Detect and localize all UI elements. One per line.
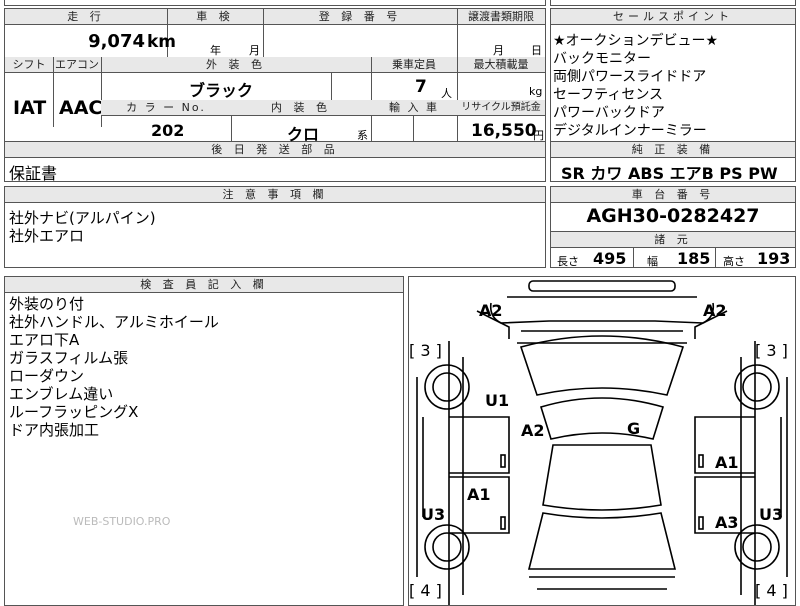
transfer-month-label: 月 [493,44,504,57]
selling-point-item: パワーバックドア [553,105,665,121]
width-label: 幅 [647,255,658,268]
height-value: 193 [757,249,791,268]
damage-mark-u3-right: U3 [759,505,784,524]
grade-bracket-front-right: [ 3 ] [755,341,788,360]
later-parts-header: 後 日 発 送 部 品 [5,142,545,158]
damage-mark-a2-hood: A2 [521,421,545,440]
inspector-item: エンブレム違い [9,385,114,403]
equipment-header: 純 正 装 備 [551,142,795,158]
selling-point-item: デジタルインナーミラー [553,123,707,139]
damage-mark-u3-left: U3 [421,505,446,524]
mileage-unit: km [147,32,177,52]
vehicle-info-table: 走 行 車 検 登 録 番 号 譲渡書類期限 9,074 km 年 月 月 日 … [4,8,546,144]
grade-bracket-front-left: [ 3 ] [409,341,442,360]
interior-header: 内 装 色 [231,100,371,116]
watermark: WEB-STUDIO.PRO [73,515,171,528]
transfer-day-label: 日 [531,44,542,57]
damage-mark-u1: U1 [485,391,510,410]
damage-mark-g-windshield: G [627,419,641,438]
inspector-item: ルーフラッピングX [9,403,139,421]
car-diagram [416,280,788,605]
damage-mark-a2-front-left: A2 [479,301,503,320]
selling-points-list: ★オークションデビュー★ バックモニター 両側パワースライドドア セーフティセン… [553,32,793,140]
inspection-header: 車 検 [167,9,263,25]
capacity-unit: 人 [441,87,452,100]
note-item: 社外ナビ(アルパイン) [9,209,156,227]
note-item: 社外エアロ [9,227,85,245]
selling-point-item: バックモニター [553,51,651,67]
shift-header: シフト [5,57,53,73]
inspector-box: 検 査 員 記 入 欄 外装のり付 社外ハンドル、アルミホイール エアロ下A ガ… [4,276,404,606]
later-parts-value: 保証書 [9,164,58,183]
selling-point-item: 両側パワースライドドア [553,69,707,85]
mileage-value: 9,074 [88,31,145,52]
color-no-value: 202 [151,121,185,140]
damage-mark-a2-front-right: A2 [703,301,727,320]
recycle-unit: 円 [533,129,544,142]
grade-bracket-rear-left: [ 4 ] [409,581,442,600]
ac-header: エアコン [53,57,101,73]
notes-header: 注 意 事 項 欄 [5,187,545,203]
height-label: 高さ [723,255,745,268]
import-header: 輸 入 車 [371,100,457,116]
payload-header: 最大積載量 [457,57,545,73]
recycle-value: 16,550 [471,121,537,141]
chassis-value: AGH30-0282427 [586,205,760,227]
recycle-header: リサイクル預託金 [457,100,545,116]
top-partial-right [550,0,796,6]
ac-value: AAC [59,97,103,119]
capacity-value: 7 [415,77,427,97]
selling-points-header: セールスポイント [551,9,795,25]
selling-point-item: ★オークションデビュー★ [553,33,719,49]
payload-unit: kg [529,85,543,98]
inspector-item: 外装のり付 [9,295,85,313]
inspection-year-label: 年 [210,44,221,57]
inspector-header: 検 査 員 記 入 欄 [5,277,403,293]
color-no-header: カ ラ ー No. [101,100,231,116]
exterior-value: ブラック [189,81,254,100]
damage-mark-a1-left: A1 [467,485,491,504]
car-diagram-box: A2 A2 U1 A2 G A1 A1 U3 A3 U3 [ 3 ] [ 3 ]… [408,276,796,606]
length-label: 長さ [557,255,579,268]
mileage-header: 走 行 [5,9,167,25]
interior-suffix: 系 [357,129,368,142]
inspector-list: 外装のり付 社外ハンドル、アルミホイール エアロ下A ガラスフィルム張 ローダウ… [9,295,219,439]
notes-list: 社外ナビ(アルパイン) 社外エアロ [9,209,156,245]
length-value: 495 [593,249,627,268]
later-parts-box: 後 日 発 送 部 品 保証書 [4,142,546,183]
inspector-item: 社外ハンドル、アルミホイール [9,313,219,331]
transfer-header: 譲渡書類期限 [457,9,545,25]
grade-bracket-rear-right: [ 4 ] [755,581,788,600]
exterior-header: 外 装 色 [101,57,371,73]
selling-point-item: セーフティセンス [553,87,664,103]
capacity-header: 乗車定員 [371,57,457,73]
inspection-month-label: 月 [249,44,260,57]
selling-points-box: セールスポイント ★オークションデビュー★ バックモニター 両側パワースライドド… [550,8,796,142]
notes-box: 注 意 事 項 欄 社外ナビ(アルパイン) 社外エアロ [4,186,546,268]
inspector-item: ガラスフィルム張 [9,349,129,367]
shift-value: IAT [13,97,47,119]
registration-header: 登 録 番 号 [263,9,457,25]
width-value: 185 [677,249,711,268]
equipment-value: SR カワ ABS エアB PS PW [561,164,778,183]
top-partial-row [4,0,546,6]
inspector-item: ローダウン [9,367,85,385]
inspector-item: エアロ下A [9,331,80,349]
chassis-header: 車 台 番 号 [551,187,795,203]
chassis-box: 車 台 番 号 AGH30-0282427 諸 元 長さ 495 幅 185 高… [550,186,796,268]
damage-mark-a1-right: A1 [715,453,739,472]
equipment-box: 純 正 装 備 SR カワ ABS エアB PS PW [550,142,796,183]
damage-mark-a3-right: A3 [715,513,739,532]
inspector-item: ドア内張加工 [9,421,100,439]
specs-header: 諸 元 [551,231,795,248]
